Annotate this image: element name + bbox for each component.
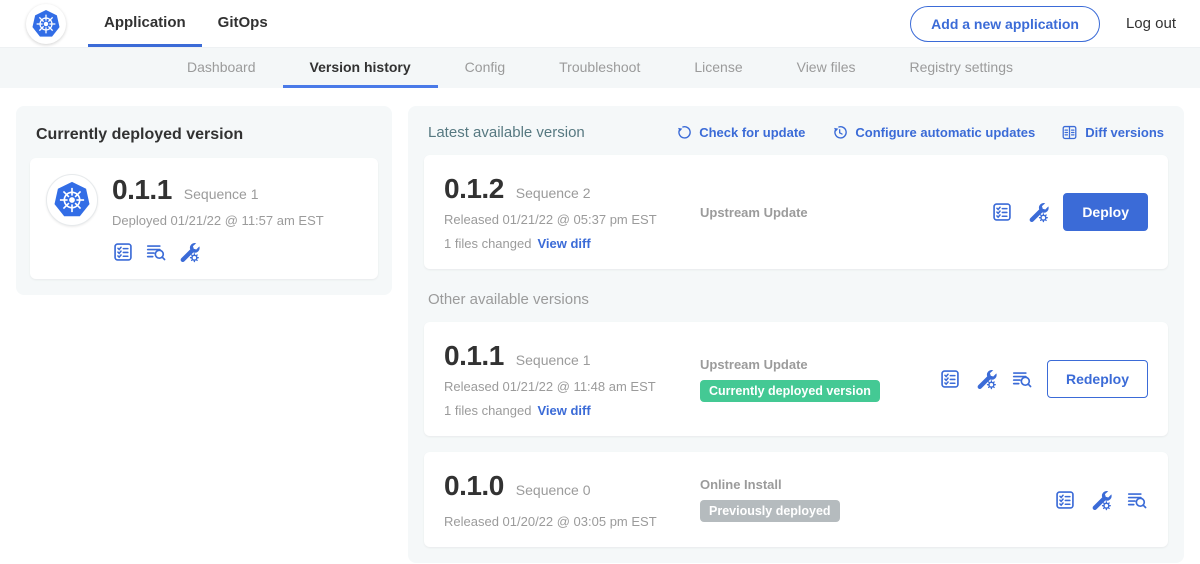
sequence-label: Sequence 1 xyxy=(516,352,591,368)
version-row-0-1-1: 0.1.1 Sequence 1 Released 01/21/22 @ 11:… xyxy=(424,322,1168,436)
subnav-tab-license[interactable]: License xyxy=(667,48,769,88)
diff-icon xyxy=(1061,124,1078,141)
diff-versions-link[interactable]: Diff versions xyxy=(1061,124,1164,141)
other-versions-title: Other available versions xyxy=(428,291,1164,308)
files-changed-label: 1 files changed xyxy=(444,236,531,251)
app-header: Application GitOps Add a new application… xyxy=(0,0,1200,48)
subnav-tab-version-history[interactable]: Version history xyxy=(283,48,438,88)
version-number: 0.1.0 xyxy=(444,470,504,502)
config-wrench-gear-icon[interactable] xyxy=(178,241,200,263)
subnav-tab-dashboard[interactable]: Dashboard xyxy=(160,48,283,88)
check-for-update-link[interactable]: Check for update xyxy=(675,124,805,141)
deployed-version-card: 0.1.1 Sequence 1 Deployed 01/21/22 @ 11:… xyxy=(30,158,378,279)
diff-versions-label: Diff versions xyxy=(1085,125,1164,140)
deployed-panel-title: Currently deployed version xyxy=(36,126,372,144)
subnav-tab-registry-settings[interactable]: Registry settings xyxy=(883,48,1040,88)
release-notes-icon[interactable] xyxy=(145,241,167,263)
currently-deployed-panel: Currently deployed version 0.1.1 Sequenc… xyxy=(16,106,392,295)
subnav-tab-troubleshoot[interactable]: Troubleshoot xyxy=(532,48,667,88)
currently-deployed-badge: Currently deployed version xyxy=(700,380,880,402)
schedule-update-icon xyxy=(831,124,848,141)
redeploy-button[interactable]: Redeploy xyxy=(1047,360,1148,398)
version-source-label: Upstream Update xyxy=(700,357,939,372)
version-number: 0.1.2 xyxy=(444,173,504,205)
view-diff-link[interactable]: View diff xyxy=(537,403,590,418)
configure-automatic-updates-link[interactable]: Configure automatic updates xyxy=(831,124,1035,141)
subnav-tab-view-files[interactable]: View files xyxy=(770,48,883,88)
released-date: Released 01/21/22 @ 05:37 pm EST xyxy=(444,212,700,227)
version-row-0-1-0: 0.1.0 Sequence 0 Released 01/20/22 @ 03:… xyxy=(424,452,1168,547)
version-source-label: Online Install xyxy=(700,477,1054,492)
config-wrench-gear-icon[interactable] xyxy=(975,368,997,390)
version-checklist-icon[interactable] xyxy=(1054,489,1076,511)
version-checklist-icon[interactable] xyxy=(991,201,1013,223)
version-history-panel: Latest available version Check for updat… xyxy=(408,106,1184,563)
tab-application[interactable]: Application xyxy=(88,0,202,47)
released-date: Released 01/21/22 @ 11:48 am EST xyxy=(444,379,700,394)
app-subnav: Dashboard Version history Config Trouble… xyxy=(0,48,1200,88)
files-changed-label: 1 files changed xyxy=(444,403,531,418)
version-source-label: Upstream Update xyxy=(700,205,991,220)
previously-deployed-badge: Previously deployed xyxy=(700,500,840,522)
subnav-tab-config[interactable]: Config xyxy=(438,48,532,88)
version-number: 0.1.1 xyxy=(444,340,504,372)
check-for-update-label: Check for update xyxy=(699,125,805,140)
main-content: Currently deployed version 0.1.1 Sequenc… xyxy=(0,88,1200,564)
view-diff-link[interactable]: View diff xyxy=(537,236,590,251)
version-checklist-icon[interactable] xyxy=(939,368,961,390)
kubernetes-logo xyxy=(26,4,66,44)
header-tabs: Application GitOps xyxy=(88,0,284,47)
release-notes-icon[interactable] xyxy=(1126,489,1148,511)
deploy-button[interactable]: Deploy xyxy=(1063,193,1148,231)
version-checklist-icon[interactable] xyxy=(112,241,134,263)
deployed-version-number: 0.1.1 xyxy=(112,174,172,206)
add-application-button[interactable]: Add a new application xyxy=(910,6,1100,42)
latest-version-title: Latest available version xyxy=(428,124,585,141)
deployed-sequence-label: Sequence 1 xyxy=(184,186,259,202)
config-wrench-gear-icon[interactable] xyxy=(1027,201,1049,223)
kubernetes-app-icon xyxy=(46,174,98,226)
configure-updates-label: Configure automatic updates xyxy=(855,125,1035,140)
sequence-label: Sequence 2 xyxy=(516,185,591,201)
sequence-label: Sequence 0 xyxy=(516,482,591,498)
version-row-0-1-2: 0.1.2 Sequence 2 Released 01/21/22 @ 05:… xyxy=(424,155,1168,269)
tab-gitops[interactable]: GitOps xyxy=(202,0,284,47)
released-date: Released 01/20/22 @ 03:05 pm EST xyxy=(444,514,700,529)
header-right: Add a new application Log out xyxy=(910,0,1176,47)
release-notes-icon[interactable] xyxy=(1011,368,1033,390)
deployed-date: Deployed 01/21/22 @ 11:57 am EST xyxy=(112,213,324,228)
refresh-icon xyxy=(675,124,692,141)
logout-button[interactable]: Log out xyxy=(1126,15,1176,32)
config-wrench-gear-icon[interactable] xyxy=(1090,489,1112,511)
